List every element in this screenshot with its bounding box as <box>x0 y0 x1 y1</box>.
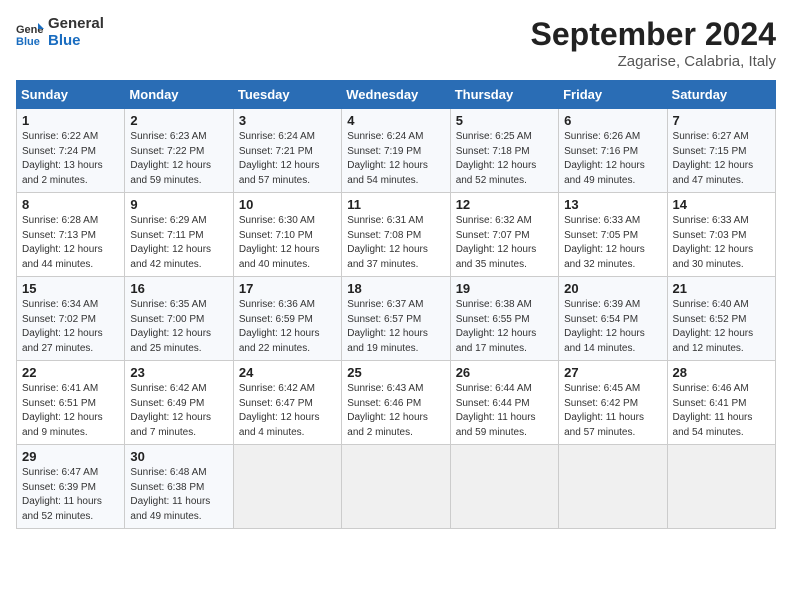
table-row: 13Sunrise: 6:33 AMSunset: 7:05 PMDayligh… <box>559 193 667 277</box>
table-row: 2Sunrise: 6:23 AMSunset: 7:22 PMDaylight… <box>125 109 233 193</box>
col-wednesday: Wednesday <box>342 81 450 109</box>
table-row: 5Sunrise: 6:25 AMSunset: 7:18 PMDaylight… <box>450 109 558 193</box>
table-row <box>342 445 450 529</box>
table-row: 27Sunrise: 6:45 AMSunset: 6:42 PMDayligh… <box>559 361 667 445</box>
table-row: 6Sunrise: 6:26 AMSunset: 7:16 PMDaylight… <box>559 109 667 193</box>
calendar-table: Sunday Monday Tuesday Wednesday Thursday… <box>16 80 776 529</box>
col-sunday: Sunday <box>17 81 125 109</box>
table-row <box>559 445 667 529</box>
table-row: 15Sunrise: 6:34 AMSunset: 7:02 PMDayligh… <box>17 277 125 361</box>
table-row: 23Sunrise: 6:42 AMSunset: 6:49 PMDayligh… <box>125 361 233 445</box>
table-row: 30Sunrise: 6:48 AMSunset: 6:38 PMDayligh… <box>125 445 233 529</box>
table-row: 17Sunrise: 6:36 AMSunset: 6:59 PMDayligh… <box>233 277 341 361</box>
logo-text-blue: Blue <box>48 33 104 50</box>
table-row: 10Sunrise: 6:30 AMSunset: 7:10 PMDayligh… <box>233 193 341 277</box>
table-row: 19Sunrise: 6:38 AMSunset: 6:55 PMDayligh… <box>450 277 558 361</box>
table-row: 16Sunrise: 6:35 AMSunset: 7:00 PMDayligh… <box>125 277 233 361</box>
page-header: General Blue General Blue September 2024… <box>16 16 776 70</box>
table-row: 1Sunrise: 6:22 AMSunset: 7:24 PMDaylight… <box>17 109 125 193</box>
table-row <box>667 445 775 529</box>
col-thursday: Thursday <box>450 81 558 109</box>
calendar-header-row: Sunday Monday Tuesday Wednesday Thursday… <box>17 81 776 109</box>
col-saturday: Saturday <box>667 81 775 109</box>
table-row: 3Sunrise: 6:24 AMSunset: 7:21 PMDaylight… <box>233 109 341 193</box>
table-row: 21Sunrise: 6:40 AMSunset: 6:52 PMDayligh… <box>667 277 775 361</box>
location: Zagarise, Calabria, Italy <box>531 53 776 70</box>
table-row: 7Sunrise: 6:27 AMSunset: 7:15 PMDaylight… <box>667 109 775 193</box>
logo: General Blue General Blue <box>16 16 104 49</box>
table-row <box>233 445 341 529</box>
table-row: 20Sunrise: 6:39 AMSunset: 6:54 PMDayligh… <box>559 277 667 361</box>
table-row: 11Sunrise: 6:31 AMSunset: 7:08 PMDayligh… <box>342 193 450 277</box>
table-row: 4Sunrise: 6:24 AMSunset: 7:19 PMDaylight… <box>342 109 450 193</box>
table-row: 18Sunrise: 6:37 AMSunset: 6:57 PMDayligh… <box>342 277 450 361</box>
table-row: 29Sunrise: 6:47 AMSunset: 6:39 PMDayligh… <box>17 445 125 529</box>
table-row: 25Sunrise: 6:43 AMSunset: 6:46 PMDayligh… <box>342 361 450 445</box>
title-block: September 2024 Zagarise, Calabria, Italy <box>531 16 776 70</box>
table-row: 8Sunrise: 6:28 AMSunset: 7:13 PMDaylight… <box>17 193 125 277</box>
logo-text-general: General <box>48 16 104 33</box>
col-friday: Friday <box>559 81 667 109</box>
table-row: 26Sunrise: 6:44 AMSunset: 6:44 PMDayligh… <box>450 361 558 445</box>
table-row: 14Sunrise: 6:33 AMSunset: 7:03 PMDayligh… <box>667 193 775 277</box>
table-row: 22Sunrise: 6:41 AMSunset: 6:51 PMDayligh… <box>17 361 125 445</box>
col-monday: Monday <box>125 81 233 109</box>
table-row: 12Sunrise: 6:32 AMSunset: 7:07 PMDayligh… <box>450 193 558 277</box>
table-row <box>450 445 558 529</box>
month-title: September 2024 <box>531 16 776 53</box>
svg-text:Blue: Blue <box>16 36 40 47</box>
table-row: 28Sunrise: 6:46 AMSunset: 6:41 PMDayligh… <box>667 361 775 445</box>
table-row: 9Sunrise: 6:29 AMSunset: 7:11 PMDaylight… <box>125 193 233 277</box>
logo-icon: General Blue <box>16 19 44 47</box>
col-tuesday: Tuesday <box>233 81 341 109</box>
table-row: 24Sunrise: 6:42 AMSunset: 6:47 PMDayligh… <box>233 361 341 445</box>
